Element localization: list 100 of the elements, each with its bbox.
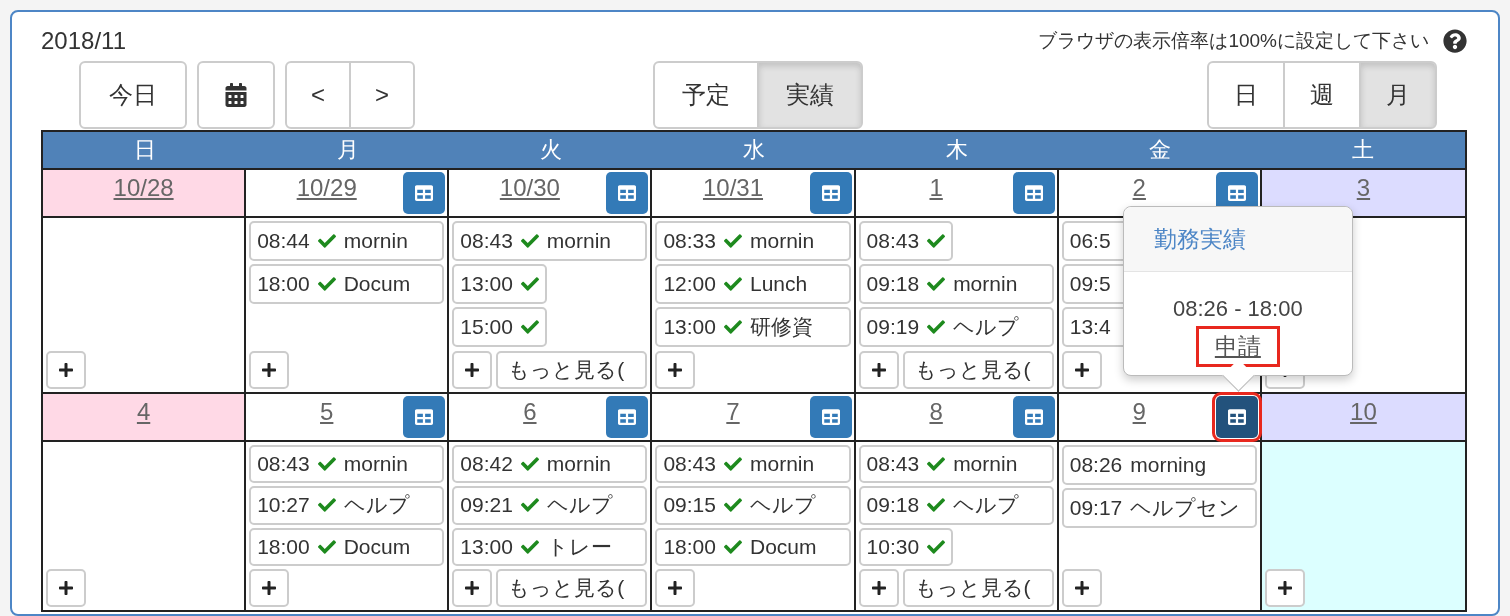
event-title: ヘルプ bbox=[953, 492, 1020, 519]
detail-button[interactable] bbox=[809, 396, 852, 438]
detail-button[interactable] bbox=[606, 172, 649, 214]
event-item[interactable]: 08:43 bbox=[858, 221, 954, 261]
detail-button[interactable] bbox=[1012, 396, 1055, 438]
detail-button[interactable] bbox=[809, 172, 852, 214]
add-button[interactable] bbox=[655, 351, 696, 389]
event-time: 18:00 bbox=[257, 534, 310, 559]
mode-tab[interactable]: 実績 bbox=[757, 61, 863, 129]
event-title: mornin bbox=[343, 452, 408, 477]
event-item[interactable]: 09:17 ヘルプセン bbox=[1061, 488, 1257, 528]
date-link[interactable]: 3 bbox=[1356, 174, 1371, 202]
date-link[interactable]: 5 bbox=[320, 398, 334, 426]
add-button[interactable] bbox=[452, 569, 493, 607]
event-item[interactable]: 10:30 bbox=[858, 527, 954, 566]
view-tab[interactable]: 月 bbox=[1359, 61, 1437, 129]
calendar-icon bbox=[224, 83, 248, 107]
view-tab[interactable]: 週 bbox=[1283, 61, 1361, 129]
event-item[interactable]: 18:00 Docum bbox=[249, 527, 445, 566]
add-button[interactable] bbox=[655, 569, 696, 607]
event-item[interactable]: 15:00 bbox=[452, 307, 547, 347]
event-item[interactable]: 13:00 研修資 bbox=[655, 307, 851, 347]
more-button[interactable]: もっと見る( bbox=[902, 351, 1054, 389]
event-item[interactable]: 08:33 mornin bbox=[655, 221, 851, 261]
weekday-header: 日 bbox=[132, 136, 157, 164]
event-item[interactable]: 08:43 mornin bbox=[858, 445, 1054, 484]
next-button[interactable]: > bbox=[349, 61, 415, 129]
event-item[interactable]: 13:00 トレー bbox=[452, 527, 648, 566]
date-link[interactable]: 7 bbox=[726, 398, 740, 426]
event-item[interactable]: 18:00 Docum bbox=[249, 264, 445, 304]
event-title: mornin bbox=[750, 229, 815, 253]
detail-button[interactable] bbox=[403, 396, 446, 438]
add-button[interactable] bbox=[249, 569, 290, 607]
add-button[interactable] bbox=[1061, 569, 1102, 607]
event-item[interactable]: 08:44 mornin bbox=[249, 221, 445, 261]
event-item[interactable]: 12:00 Lunch bbox=[655, 264, 851, 304]
plus-icon bbox=[870, 580, 887, 596]
event-item[interactable]: 08:43 mornin bbox=[249, 445, 445, 484]
date-link[interactable]: 10 bbox=[1350, 398, 1377, 426]
table-icon bbox=[618, 184, 637, 202]
event-time: 13:00 bbox=[663, 315, 716, 339]
date-link[interactable]: 9 bbox=[1132, 398, 1146, 426]
event-item[interactable]: 09:19 ヘルプ bbox=[858, 307, 1054, 347]
add-button[interactable] bbox=[46, 569, 86, 607]
add-button[interactable] bbox=[858, 351, 899, 389]
more-button[interactable]: もっと見る( bbox=[496, 351, 648, 389]
event-item[interactable]: 18:00 Docum bbox=[655, 527, 851, 566]
event-title: Docum bbox=[750, 534, 817, 559]
date-link[interactable]: 4 bbox=[136, 398, 151, 426]
event-title: mornin bbox=[750, 452, 815, 477]
add-button[interactable] bbox=[1061, 351, 1102, 389]
mode-tab[interactable]: 予定 bbox=[653, 61, 759, 129]
event-item[interactable]: 13:00 bbox=[452, 264, 547, 304]
event-item[interactable]: 08:42 mornin bbox=[452, 445, 648, 484]
event-time: 08:44 bbox=[257, 229, 310, 253]
event-title: mornin bbox=[546, 229, 612, 253]
date-link[interactable]: 1 bbox=[929, 174, 943, 202]
event-time: 08:33 bbox=[663, 229, 716, 253]
table-icon bbox=[415, 408, 434, 426]
add-button[interactable] bbox=[46, 351, 86, 389]
event-item[interactable]: 09:21 ヘルプ bbox=[452, 486, 648, 525]
previous-button[interactable]: < bbox=[285, 61, 351, 129]
event-item[interactable]: 09:18 ヘルプ bbox=[858, 486, 1054, 525]
add-button[interactable] bbox=[452, 351, 493, 389]
apply-link[interactable]: 申請 bbox=[1195, 326, 1280, 367]
event-item[interactable]: 08:26 morning bbox=[1061, 445, 1257, 485]
table-icon bbox=[1024, 184, 1043, 202]
date-link[interactable]: 10/30 bbox=[499, 174, 560, 202]
zoom-notice: ブラウザの表示倍率は100%に設定して下さい bbox=[1038, 29, 1429, 53]
detail-button[interactable] bbox=[1012, 172, 1055, 214]
event-title: ヘルプ bbox=[546, 492, 613, 519]
event-title: ヘルプ bbox=[343, 492, 410, 519]
plus-icon bbox=[870, 362, 887, 378]
view-tab[interactable]: 日 bbox=[1207, 61, 1285, 129]
date-link[interactable]: 10/31 bbox=[702, 174, 763, 202]
date-link[interactable]: 10/29 bbox=[296, 174, 357, 202]
event-title: mornin bbox=[953, 272, 1018, 296]
more-button[interactable]: もっと見る( bbox=[902, 569, 1054, 607]
calendar-button[interactable] bbox=[197, 61, 275, 129]
event-item[interactable]: 10:27 ヘルプ bbox=[249, 486, 445, 525]
work-time: 08:26 - 18:00 bbox=[1173, 296, 1303, 322]
event-time: 12:00 bbox=[663, 272, 716, 296]
event-item[interactable]: 08:43 mornin bbox=[655, 445, 851, 484]
add-button[interactable] bbox=[249, 351, 290, 389]
event-title: ヘルプ bbox=[953, 314, 1020, 340]
event-item[interactable]: 09:18 mornin bbox=[858, 264, 1054, 304]
date-link[interactable]: 2 bbox=[1132, 174, 1146, 202]
date-link[interactable]: 6 bbox=[523, 398, 537, 426]
more-button[interactable]: もっと見る( bbox=[496, 569, 648, 607]
today-button[interactable]: 今日 bbox=[79, 61, 187, 129]
event-item[interactable]: 09:15 ヘルプ bbox=[655, 486, 851, 525]
add-button[interactable] bbox=[858, 569, 899, 607]
help-icon[interactable] bbox=[1443, 29, 1467, 53]
add-button[interactable] bbox=[1264, 569, 1305, 607]
event-time: 10:27 bbox=[257, 493, 310, 518]
date-link[interactable]: 8 bbox=[929, 398, 943, 426]
detail-button[interactable] bbox=[606, 396, 649, 438]
event-item[interactable]: 08:43 mornin bbox=[452, 221, 648, 261]
detail-button[interactable] bbox=[403, 172, 446, 214]
date-link[interactable]: 10/28 bbox=[113, 174, 174, 202]
